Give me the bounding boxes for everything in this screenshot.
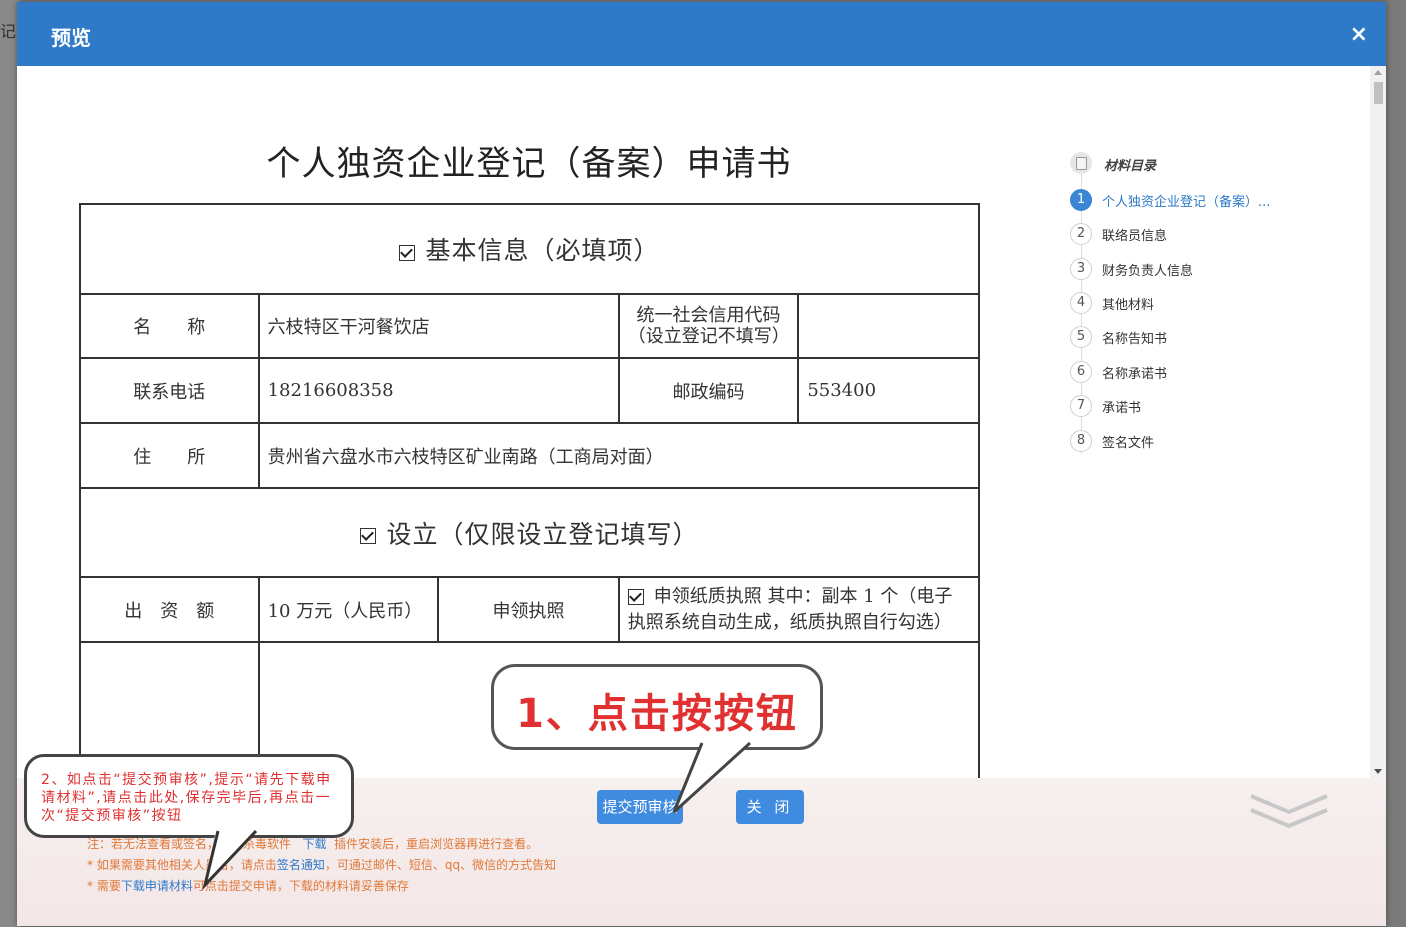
toc-number-badge: 7 xyxy=(1070,395,1092,417)
annotation-text-1: 1、点击按按钮 xyxy=(516,691,798,737)
note-line-2: * 如果需要其他相关人员名，请点击签名通知，可通过邮件、短信、qq、微信的方式告… xyxy=(87,858,557,872)
toc-number-badge: 2 xyxy=(1070,223,1092,245)
vertical-scrollbar[interactable] xyxy=(1370,66,1386,778)
license-value-line1: 申领纸质执照 其中：副本 1 个（电子 xyxy=(653,585,953,607)
modal-title: 预览 xyxy=(51,26,91,50)
name-label: 名 称 xyxy=(79,293,260,359)
postcode-value: 553400 xyxy=(797,357,980,424)
license-label: 申领执照 xyxy=(437,576,620,643)
toc-item-label: 其他材料 xyxy=(1102,298,1155,313)
document-title: 个人独资企业登记（备案）申请书 xyxy=(266,144,792,184)
checkbox-checked-icon xyxy=(360,528,377,544)
toc-item-label: 个人独资企业登记（备案）... xyxy=(1102,195,1271,210)
toc-item-label: 财务负责人信息 xyxy=(1102,264,1194,279)
toc-number-badge: 4 xyxy=(1070,292,1092,314)
modal-header: 预览 × xyxy=(17,2,1386,66)
checkbox-checked-icon xyxy=(627,588,644,605)
submit-review-button[interactable]: 提交预审核 xyxy=(597,790,683,824)
scroll-up-arrow-icon[interactable] xyxy=(1374,70,1382,75)
scroll-down-arrow-icon[interactable] xyxy=(1374,769,1382,774)
download-materials-link[interactable]: 下载申请材料 xyxy=(121,879,193,893)
checkbox-checked-icon xyxy=(399,244,416,261)
toc-item-label: 名称承诺书 xyxy=(1102,367,1168,382)
setup-section-title: 设立（仅限设立登记填写） xyxy=(386,519,699,549)
basic-section-title: 基本信息（必填项） xyxy=(425,236,660,265)
annotation-callout-2: 2、如点击“提交预审核”,提示“请先下载申请材料”,请点击此处,保存完毕后,再点… xyxy=(24,754,354,838)
license-value-line2: 执照系统自动生成，纸质执照自行勾选） xyxy=(627,611,952,633)
toc-item-label: 联络员信息 xyxy=(1102,229,1168,244)
sign-notify-link[interactable]: 签名通知 xyxy=(277,858,325,872)
credit-code-value xyxy=(797,293,980,359)
toc-item-label: 名称告知书 xyxy=(1102,332,1168,347)
annotation-callout-1: 1、点击按按钮 xyxy=(491,664,823,750)
setup-section: 设立（仅限设立登记填写） xyxy=(79,487,980,578)
scroll-thumb[interactable] xyxy=(1374,82,1383,104)
toc-number-badge: 8 xyxy=(1070,430,1092,452)
close-button[interactable]: 关 闭 xyxy=(736,790,804,824)
note-line-3: * 需要下载申请材料可点击提交申请，下载的材料请妥善保存 xyxy=(87,879,409,893)
toc-heading-text: 材料目录 xyxy=(1104,159,1157,174)
basic-info-section: 基本信息（必填项） xyxy=(79,203,980,295)
download-plugin-link[interactable]: 下载 xyxy=(302,837,326,851)
toc-number-badge: 6 xyxy=(1070,361,1092,383)
toc-number-badge: 1 xyxy=(1070,189,1092,211)
capital-label: 出 资 额 xyxy=(79,576,260,643)
toc-item-label: 签名文件 xyxy=(1102,436,1155,451)
postcode-label: 邮政编码 xyxy=(617,357,800,424)
double-chevron-down-icon[interactable] xyxy=(1249,792,1329,832)
toc-number-badge: 3 xyxy=(1070,258,1092,280)
footer-notes: 注：若无法查看或签名，关闭杀毒软件 下载 插件安装后，重启浏览器再进行查看。 *… xyxy=(87,834,556,897)
address-label: 住 所 xyxy=(79,422,260,489)
background-text: 记 xyxy=(0,22,17,41)
close-icon[interactable]: × xyxy=(1350,22,1368,47)
credit-code-label: 统一社会信用代码 （设立登记不填写） xyxy=(617,293,800,359)
clipboard-icon xyxy=(1070,152,1092,174)
credit-code-label-line1: 统一社会信用代码 xyxy=(636,305,781,326)
capital-value: 10 万元（人民币） xyxy=(257,576,440,643)
phone-value: 18216608358 xyxy=(257,357,620,424)
address-value: 贵州省六盘水市六枝特区矿业南路（工商局对面） xyxy=(257,422,981,489)
toc-number-badge: 5 xyxy=(1070,326,1092,348)
toc-item-label: 承诺书 xyxy=(1102,401,1142,416)
license-value: 申领纸质执照 其中：副本 1 个（电子 执照系统自动生成，纸质执照自行勾选） xyxy=(617,576,981,643)
phone-label: 联系电话 xyxy=(79,357,260,424)
name-value: 六枝特区干河餐饮店 xyxy=(257,293,620,359)
credit-code-label-line2: （设立登记不填写） xyxy=(627,326,790,347)
annotation-text-2: 2、如点击“提交预审核”,提示“请先下载申请材料”,请点击此处,保存完毕后,再点… xyxy=(41,772,332,824)
